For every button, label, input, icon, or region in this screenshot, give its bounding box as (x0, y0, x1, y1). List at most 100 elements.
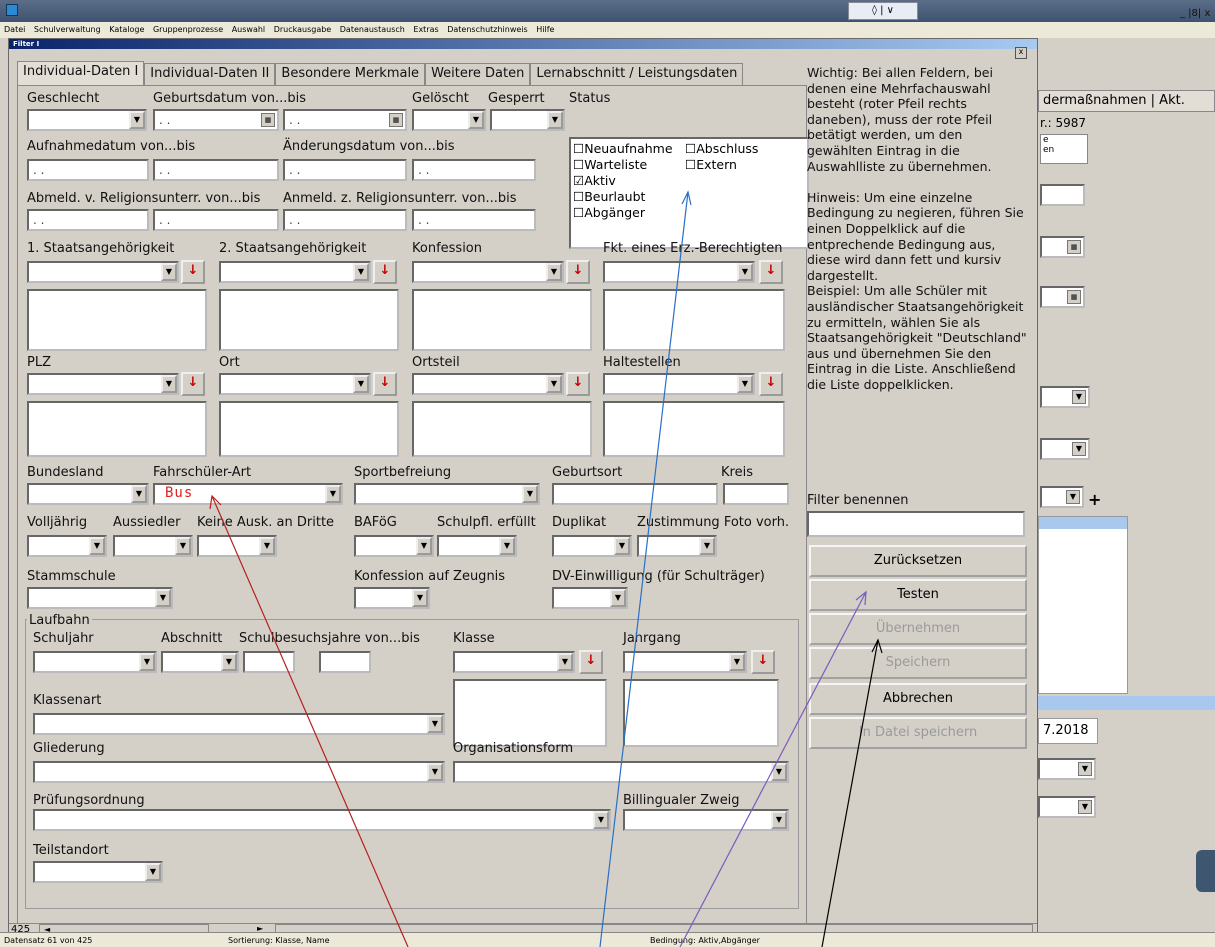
fkt-add-arrow-icon[interactable]: ↓ (759, 260, 783, 284)
chevron-down-icon[interactable]: ▼ (557, 653, 573, 671)
chevron-down-icon[interactable]: ▼ (522, 485, 538, 503)
chevron-down-icon[interactable]: ▼ (699, 537, 715, 555)
ortsteil-add-arrow-icon[interactable]: ↓ (566, 372, 590, 396)
background-tabs[interactable]: dermaßnahmen | Akt. (1038, 90, 1215, 112)
chevron-down-icon[interactable]: ▼ (1066, 490, 1080, 504)
biling-select[interactable]: ▼ (623, 809, 789, 831)
chevron-down-icon[interactable]: ▼ (1072, 390, 1086, 404)
aenderung-von[interactable]: . . (283, 159, 407, 181)
chevron-down-icon[interactable]: ▼ (614, 537, 630, 555)
chevron-down-icon[interactable]: ▼ (771, 763, 787, 781)
menu-auswahl[interactable]: Auswahl (232, 25, 265, 34)
chevron-down-icon[interactable]: ▼ (353, 263, 369, 281)
konf-zeugnis-select[interactable]: ▼ (354, 587, 430, 609)
chevron-down-icon[interactable]: ▼ (131, 485, 147, 503)
haltestellen-list[interactable] (603, 401, 785, 457)
chevron-down-icon[interactable]: ▼ (547, 111, 563, 129)
status-beurlaubt[interactable]: ☐Beurlaubt (573, 189, 645, 204)
plz-add-arrow-icon[interactable]: ↓ (181, 372, 205, 396)
ort-list[interactable] (219, 401, 399, 457)
chevron-down-icon[interactable]: ▼ (593, 811, 609, 829)
sta1-select[interactable]: ▼ (27, 261, 179, 283)
sta2-select[interactable]: ▼ (219, 261, 371, 283)
chevron-down-icon[interactable]: ▼ (1078, 762, 1092, 776)
background-combo-3[interactable]: ▼ (1040, 486, 1084, 508)
keine-ausk-select[interactable]: ▼ (197, 535, 277, 557)
ort-add-arrow-icon[interactable]: ↓ (373, 372, 397, 396)
menu-druckausgabe[interactable]: Druckausgabe (274, 25, 332, 34)
klasse-list[interactable] (453, 679, 607, 747)
stammschule-select[interactable]: ▼ (27, 587, 173, 609)
haltestellen-add-arrow-icon[interactable]: ↓ (759, 372, 783, 396)
chevron-down-icon[interactable]: ▼ (499, 537, 515, 555)
search-tab[interactable]: ◊ | ∨ (848, 2, 918, 20)
chevron-down-icon[interactable]: ▼ (771, 811, 787, 829)
chevron-down-icon[interactable]: ▼ (139, 653, 155, 671)
status-extern[interactable]: ☐Extern (685, 157, 737, 172)
test-button[interactable]: Testen (809, 579, 1027, 611)
menu-gruppenprozesse[interactable]: Gruppenprozesse (153, 25, 223, 34)
tab-lernabschnitt[interactable]: Lernabschnitt / Leistungsdaten (530, 63, 744, 85)
tab-besondere[interactable]: Besondere Merkmale (275, 63, 426, 85)
menu-hilfe[interactable]: Hilfe (536, 25, 554, 34)
background-field-2[interactable]: ▦ (1040, 236, 1085, 258)
chevron-down-icon[interactable]: ▼ (1078, 800, 1092, 814)
chevron-down-icon[interactable]: ▼ (468, 111, 484, 129)
tab-individual-2[interactable]: Individual-Daten II (144, 63, 276, 85)
close-icon[interactable]: x (1015, 47, 1027, 59)
bafoeg-select[interactable]: ▼ (354, 535, 434, 557)
ort-select[interactable]: ▼ (219, 373, 371, 395)
aussiedler-select[interactable]: ▼ (113, 535, 193, 557)
klassenart-select[interactable]: ▼ (33, 713, 445, 735)
schulpfl-select[interactable]: ▼ (437, 535, 517, 557)
volljaehrig-select[interactable]: ▼ (27, 535, 107, 557)
dv-einw-select[interactable]: ▼ (552, 587, 628, 609)
fkt-list[interactable] (603, 289, 785, 351)
menu-datei[interactable]: Datei (4, 25, 25, 34)
jahrgang-list[interactable] (623, 679, 779, 747)
background-combo-4[interactable]: ▼ (1038, 758, 1096, 780)
pruefung-select[interactable]: ▼ (33, 809, 611, 831)
menu-extras[interactable]: Extras (413, 25, 438, 34)
abschnitt-select[interactable]: ▼ (161, 651, 239, 673)
status-abgaenger[interactable]: ☐Abgänger (573, 205, 645, 220)
background-field-3[interactable]: ▦ (1040, 286, 1085, 308)
chevron-down-icon[interactable]: ▼ (353, 375, 369, 393)
menu-kataloge[interactable]: Kataloge (109, 25, 144, 34)
menu-datenschutz[interactable]: Datenschutzhinweis (447, 25, 527, 34)
sta2-list[interactable] (219, 289, 399, 351)
chevron-down-icon[interactable]: ▼ (89, 537, 105, 555)
sta1-add-arrow-icon[interactable]: ↓ (181, 260, 205, 284)
window-controls[interactable]: _ |8| x (1180, 8, 1210, 19)
zustimmung-select[interactable]: ▼ (637, 535, 717, 557)
chevron-down-icon[interactable]: ▼ (427, 763, 443, 781)
filter-name-input[interactable] (807, 511, 1025, 537)
menu-datenaustausch[interactable]: Datenaustausch (340, 25, 405, 34)
apply-button[interactable]: Übernehmen (809, 613, 1027, 645)
background-combo-2[interactable]: ▼ (1040, 438, 1090, 460)
chevron-down-icon[interactable]: ▼ (737, 263, 753, 281)
chevron-down-icon[interactable]: ▼ (221, 653, 237, 671)
aenderung-bis[interactable]: . . (412, 159, 536, 181)
chevron-down-icon[interactable]: ▼ (546, 263, 562, 281)
calendar-icon[interactable]: ▦ (1067, 240, 1081, 254)
chevron-down-icon[interactable]: ▼ (155, 589, 171, 607)
schulbesuch-von[interactable] (243, 651, 295, 673)
background-combo-1[interactable]: ▼ (1040, 386, 1090, 408)
haltestellen-select[interactable]: ▼ (603, 373, 755, 395)
background-combo-5[interactable]: ▼ (1038, 796, 1096, 818)
ortsteil-list[interactable] (412, 401, 592, 457)
status-aktiv[interactable]: ☑Aktiv (573, 173, 616, 188)
chevron-down-icon[interactable]: ▼ (259, 537, 275, 555)
chevron-down-icon[interactable]: ▼ (161, 375, 177, 393)
abmeld-bis[interactable]: . . (153, 209, 279, 231)
fahrschueler-select[interactable]: Bus ▼ (153, 483, 343, 505)
chevron-down-icon[interactable]: ▼ (427, 715, 443, 733)
chevron-down-icon[interactable]: ▼ (729, 653, 745, 671)
chevron-down-icon[interactable]: ▼ (145, 863, 161, 881)
teilstandort-select[interactable]: ▼ (33, 861, 163, 883)
konfession-add-arrow-icon[interactable]: ↓ (566, 260, 590, 284)
tab-individual-1[interactable]: Individual-Daten I (17, 61, 145, 85)
anmeld-von[interactable]: . . (283, 209, 407, 231)
ortsteil-select[interactable]: ▼ (412, 373, 564, 395)
